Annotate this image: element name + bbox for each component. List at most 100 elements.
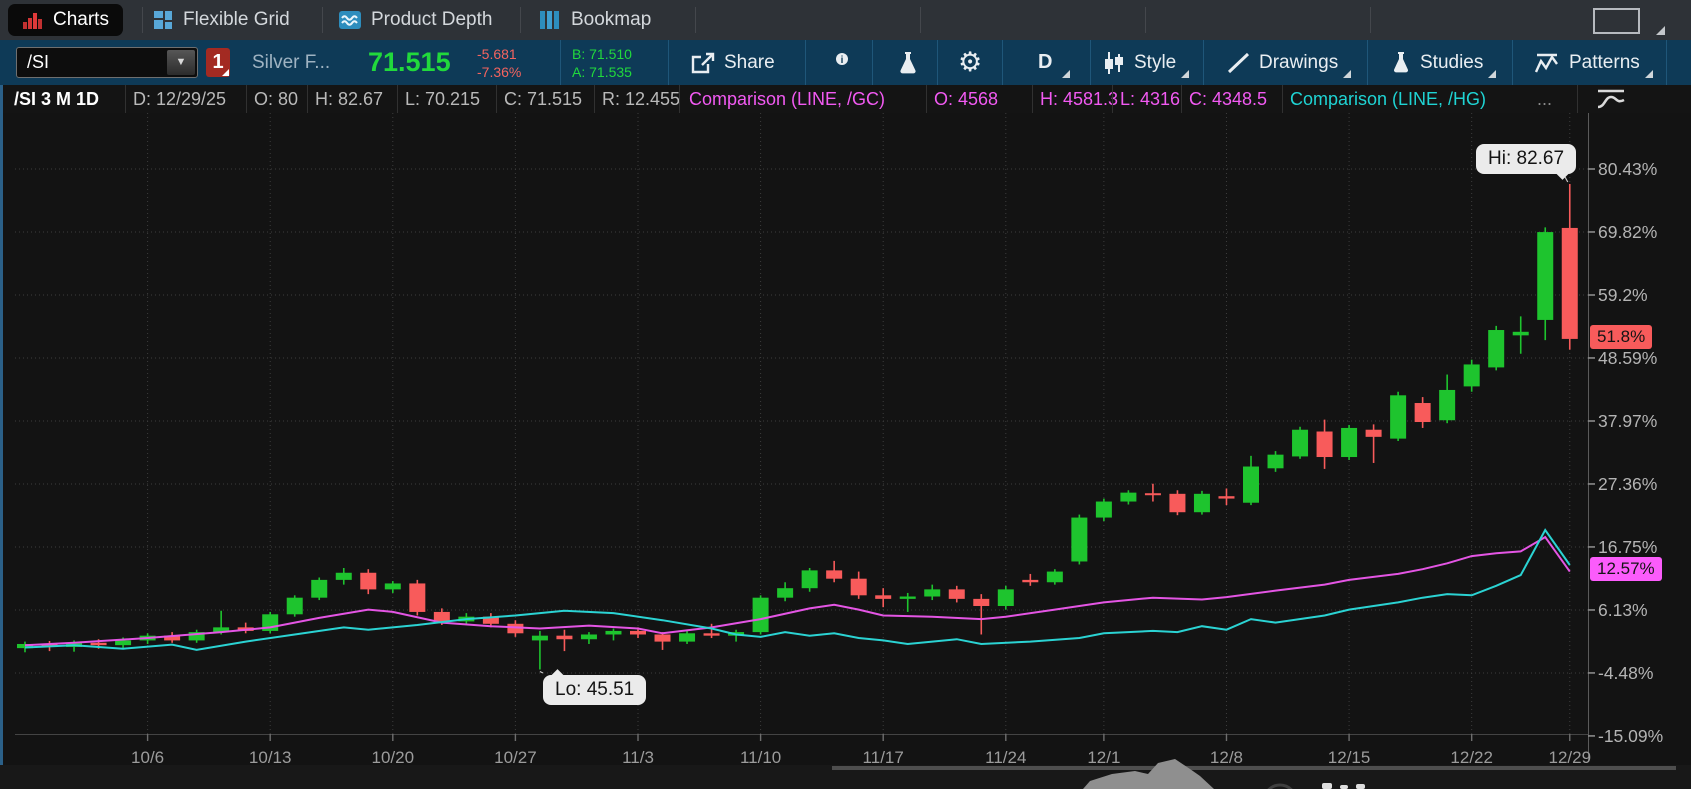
symbol-input[interactable]: /SI ▼ xyxy=(16,47,198,78)
tab-flexible-grid[interactable]: Flexible Grid xyxy=(152,0,290,40)
svg-text:-15.09%: -15.09% xyxy=(1598,726,1663,746)
dropdown-caret-icon xyxy=(1488,70,1496,78)
comparison-gc-high: H: 4581.3 xyxy=(1040,88,1118,110)
chart-range: R: 12.455 xyxy=(602,88,680,110)
svg-text:11/3: 11/3 xyxy=(622,748,654,767)
header-divider xyxy=(496,85,497,113)
svg-text:48.59%: 48.59% xyxy=(1598,348,1657,368)
y-axis-price-labels[interactable]: 80.43%69.82%59.2%48.59%37.97%27.36%16.75… xyxy=(1588,159,1663,746)
comparison-gc-close: C: 4348.5 xyxy=(1189,88,1267,110)
svg-text:i: i xyxy=(841,55,844,66)
dropdown-caret-icon xyxy=(1645,70,1653,78)
toolbar-divider xyxy=(937,40,938,85)
svg-text:12/8: 12/8 xyxy=(1210,748,1243,767)
toolbar-divider xyxy=(805,40,806,85)
drawings-line-icon xyxy=(1226,51,1251,75)
settings-button[interactable]: ⚙ xyxy=(958,40,982,85)
chart-open: O: 80 xyxy=(254,88,298,110)
toolbar-divider xyxy=(668,40,669,85)
tab-divider xyxy=(1370,7,1371,33)
chart-area[interactable]: 80.43%69.82%59.2%48.59%37.97%27.36%16.75… xyxy=(0,113,1691,789)
toolbar-divider xyxy=(1367,40,1368,85)
bid-value: B: 71.510 xyxy=(572,45,632,63)
header-ellipsis[interactable]: ... xyxy=(1537,88,1552,110)
comparison-line-hg[interactable] xyxy=(25,530,1570,650)
toolbar-divider xyxy=(1203,40,1204,85)
tab-product-depth[interactable]: Product Depth xyxy=(338,0,492,40)
tab-divider xyxy=(322,7,323,33)
last-price-axis-badge: 51.8% xyxy=(1590,325,1652,349)
svg-text:27.36%: 27.36% xyxy=(1598,474,1657,494)
svg-text:6.13%: 6.13% xyxy=(1598,600,1648,620)
analyze-button[interactable] xyxy=(895,40,921,85)
dropdown-caret-icon xyxy=(1181,70,1189,78)
header-divider xyxy=(1577,85,1578,113)
dropdown-caret-icon xyxy=(1062,70,1070,78)
bid-ask: B: 71.510 A: 71.535 xyxy=(572,40,632,85)
drawings-button[interactable]: Drawings xyxy=(1226,40,1338,85)
toolbar-divider xyxy=(1002,40,1003,85)
patterns-button[interactable]: Patterns xyxy=(1533,40,1640,85)
header-divider xyxy=(397,85,398,113)
thinkorswim-window: Charts Flexible Grid Product Depth xyxy=(0,0,1691,789)
tab-bookmap[interactable]: Bookmap xyxy=(538,0,651,40)
header-divider xyxy=(1032,85,1033,113)
chart-date: D: 12/29/25 xyxy=(133,88,226,110)
timeframe-button[interactable]: D xyxy=(1038,40,1052,85)
svg-text:10/6: 10/6 xyxy=(131,748,164,767)
scale-mode-curve-icon[interactable] xyxy=(1595,86,1629,112)
svg-text:37.97%: 37.97% xyxy=(1598,411,1657,431)
svg-text:12/15: 12/15 xyxy=(1328,748,1371,767)
news-icon: i xyxy=(822,50,854,76)
change-value: -5.681 xyxy=(477,45,521,63)
alert-count-badge[interactable]: 1 xyxy=(206,48,230,77)
tab-divider xyxy=(695,7,696,33)
header-divider xyxy=(307,85,308,113)
window-corner-caret-icon[interactable] xyxy=(1656,26,1665,35)
header-divider xyxy=(1282,85,1283,113)
comparison-gc-open: O: 4568 xyxy=(934,88,998,110)
style-icon xyxy=(1102,50,1126,76)
toolbar-divider xyxy=(1666,40,1667,85)
svg-text:10/20: 10/20 xyxy=(372,748,415,767)
comparison-hg-label[interactable]: Comparison (LINE, /HG) xyxy=(1290,88,1486,110)
svg-text:59.2%: 59.2% xyxy=(1598,285,1648,305)
symbol-dropdown-button[interactable]: ▼ xyxy=(167,50,195,75)
tab-divider xyxy=(920,7,921,33)
top-tab-bar: Charts Flexible Grid Product Depth xyxy=(0,0,1691,40)
chart-low: L: 70.215 xyxy=(405,88,480,110)
svg-text:10/27: 10/27 xyxy=(494,748,537,767)
toolbar-divider xyxy=(872,40,873,85)
product-depth-icon xyxy=(338,9,362,31)
svg-text:80.43%: 80.43% xyxy=(1598,159,1657,179)
studies-button[interactable]: Studies xyxy=(1390,40,1483,85)
annotation-pointers xyxy=(540,171,1568,673)
svg-text:10/13: 10/13 xyxy=(249,748,292,767)
timeframe-label: D xyxy=(1038,51,1052,74)
toolbar-divider xyxy=(1512,40,1513,85)
candlestick-series[interactable] xyxy=(17,184,1578,669)
comparison-line-gc[interactable] xyxy=(25,537,1570,645)
news-button[interactable]: i xyxy=(822,40,854,85)
header-divider xyxy=(125,85,126,113)
candlestick-chart[interactable]: 80.43%69.82%59.2%48.59%37.97%27.36%16.75… xyxy=(0,113,1691,789)
style-button[interactable]: Style xyxy=(1102,40,1176,85)
share-button[interactable]: Share xyxy=(690,40,775,85)
svg-text:11/24: 11/24 xyxy=(985,748,1026,767)
comparison-gc-label[interactable]: Comparison (LINE, /GC) xyxy=(689,88,885,110)
tab-divider xyxy=(520,7,521,33)
tab-charts[interactable]: Charts xyxy=(8,4,123,36)
x-axis-date-labels[interactable]: 10/6 10/13 10/20 10/27 11/3 11/10 11/17 11/24 12… xyxy=(131,734,1591,767)
bookmap-icon xyxy=(538,9,562,31)
style-label: Style xyxy=(1134,52,1176,74)
svg-text:12/29: 12/29 xyxy=(1548,748,1591,767)
patterns-icon xyxy=(1533,51,1561,75)
window-restore-button[interactable] xyxy=(1593,8,1640,34)
svg-text:12/22: 12/22 xyxy=(1450,748,1493,767)
svg-text:11/10: 11/10 xyxy=(740,748,781,767)
flask-icon xyxy=(895,50,921,76)
chart-symbol-timeframe: /SI 3 M 1D xyxy=(14,88,99,110)
svg-text:11/17: 11/17 xyxy=(863,748,904,767)
low-annotation: Lo: 45.51 xyxy=(543,675,646,705)
chart-ohlc-header: /SI 3 M 1D D: 12/29/25 O: 80 H: 82.67 L:… xyxy=(0,85,1691,113)
